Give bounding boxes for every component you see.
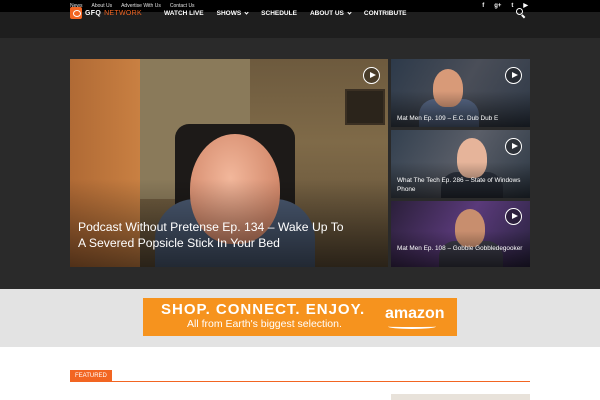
play-icon[interactable] [505, 138, 522, 155]
nav-item-about-us[interactable]: ABOUT US [309, 9, 352, 17]
play-icon[interactable] [505, 67, 522, 84]
nav-item-shows[interactable]: SHOWS [217, 10, 249, 17]
logo-text: GFQ [85, 9, 102, 17]
play-icon[interactable] [505, 208, 522, 225]
nav-label: SHOWS [216, 9, 242, 17]
ad-headline: SHOP. CONNECT. ENJOY. [161, 301, 366, 318]
play-icon[interactable] [363, 67, 380, 84]
section-divider [70, 381, 530, 382]
facebook-icon[interactable]: f [482, 0, 484, 12]
chevron-down-icon [347, 9, 352, 15]
search-icon[interactable] [516, 8, 526, 18]
featured-thumbnail[interactable] [391, 394, 530, 400]
nav-item-watch-live[interactable]: WATCH LIVE [164, 10, 204, 17]
video-tile-title[interactable]: Mat Men Ep. 109 – E.C. Dub Dub E [397, 114, 525, 123]
google-plus-icon[interactable]: g+ [494, 0, 501, 12]
video-tile-title[interactable]: What The Tech Ep. 286 – State of Windows… [397, 176, 525, 194]
chevron-down-icon [244, 9, 249, 15]
nav-label: CONTRIBUTE [363, 9, 407, 17]
nav-item-schedule[interactable]: SCHEDULE [261, 10, 297, 17]
amazon-logo: amazon [385, 305, 445, 322]
nav-menu: WATCH LIVE SHOWS SCHEDULE ABOUT US CONTR… [164, 0, 407, 26]
nav-label: WATCH LIVE [164, 9, 204, 17]
nav-label: SCHEDULE [261, 9, 297, 17]
logo-text-network: NETWORK [104, 9, 142, 17]
hero-title[interactable]: Podcast Without Pretense Ep. 134 – Wake … [78, 219, 348, 251]
ad-subline: All from Earth's biggest selection. [187, 318, 342, 330]
logo-icon [70, 7, 82, 19]
featured-section-label: FEATURED [70, 370, 112, 382]
amazon-smile-icon [388, 324, 436, 329]
video-tile-title[interactable]: Mat Men Ep. 108 – Gobble Gobbledegooker [397, 244, 525, 253]
nav-label: ABOUT US [309, 9, 344, 17]
thumbnail-background [345, 89, 385, 125]
twitter-icon[interactable]: t [511, 0, 513, 12]
nav-item-contribute[interactable]: CONTRIBUTE [364, 10, 407, 17]
site-logo[interactable]: GFQ NETWORK [70, 5, 142, 21]
